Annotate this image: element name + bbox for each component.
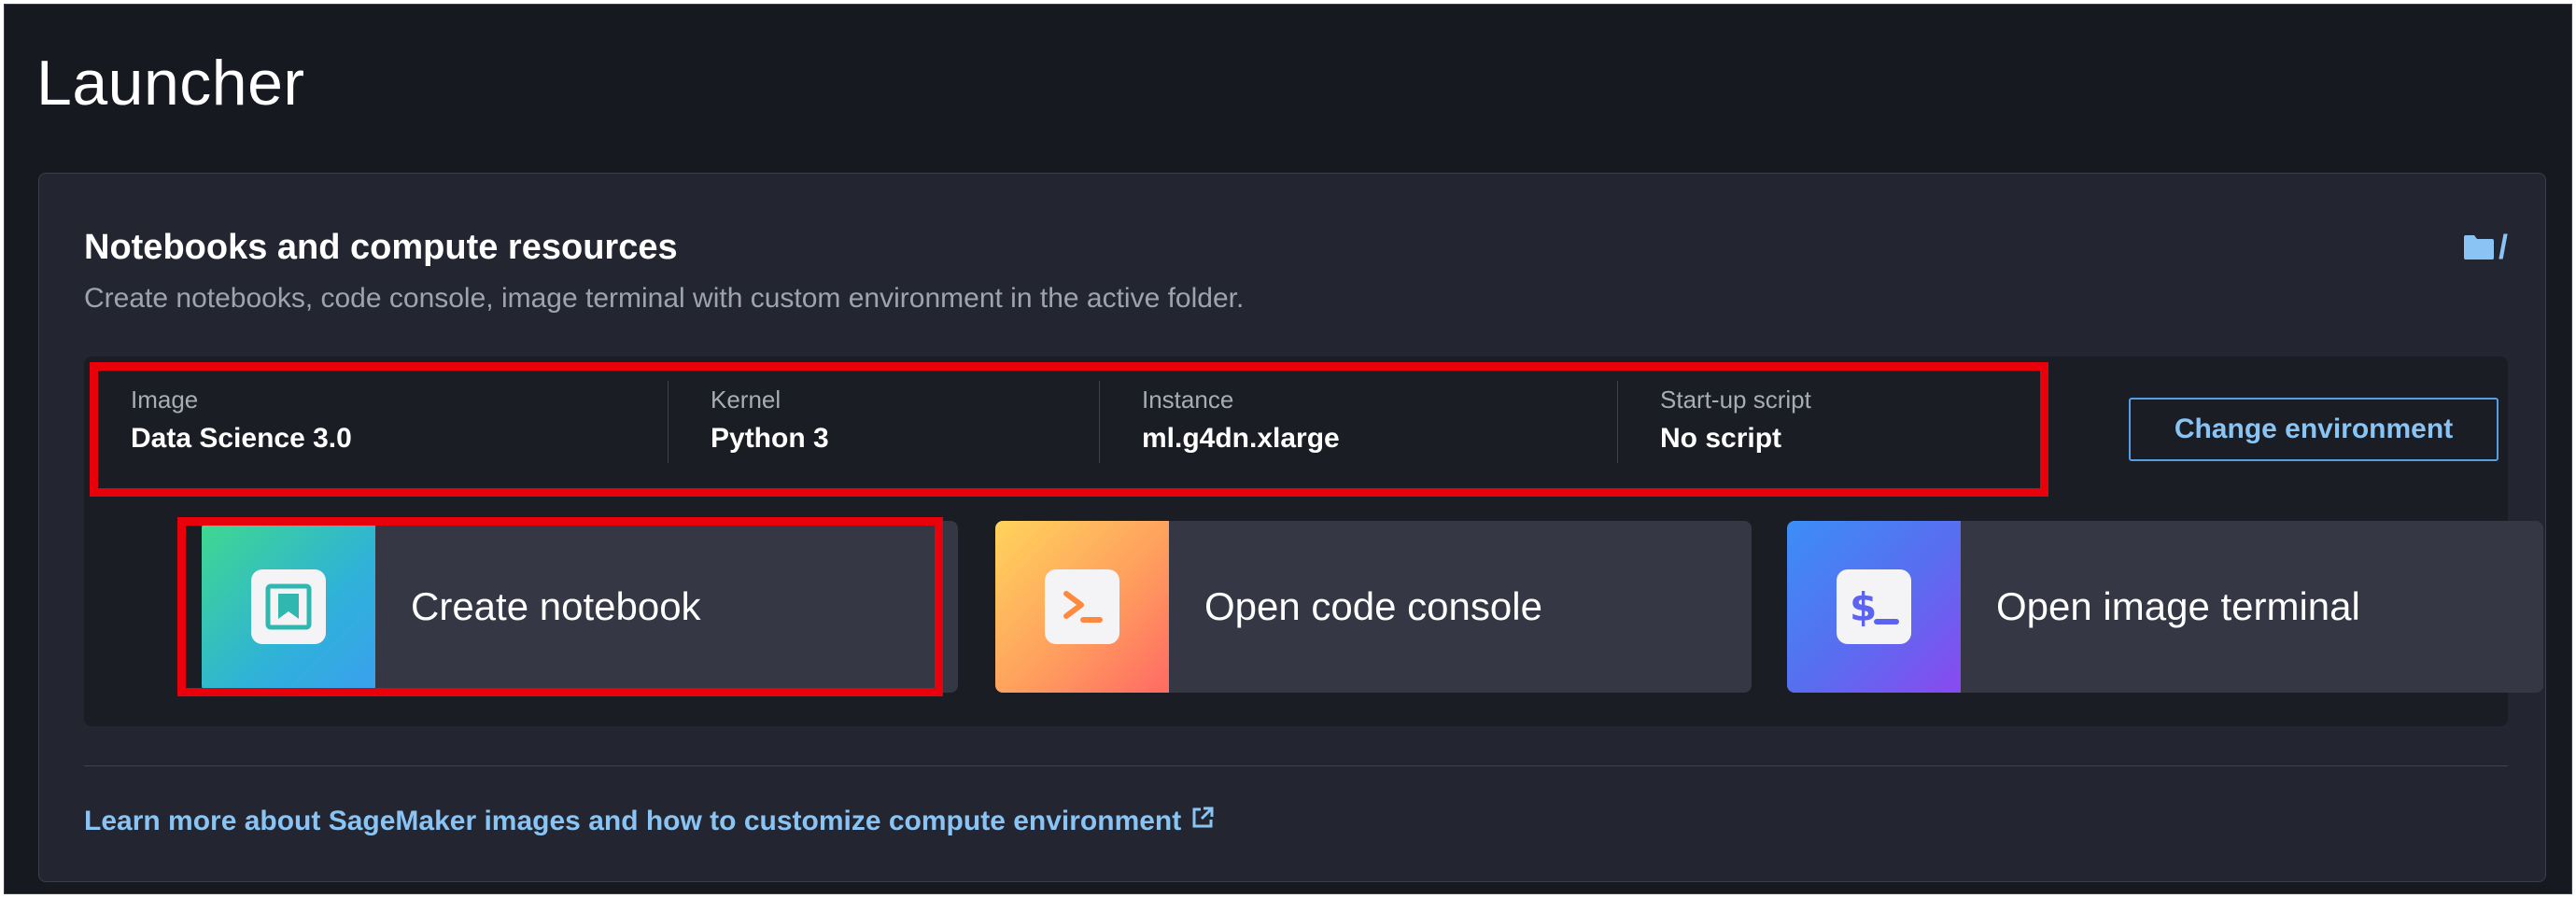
panel-subtitle: Create notebooks, code console, image te… <box>84 283 1245 314</box>
env-field-instance: Instance ml.g4dn.xlarge <box>1099 357 1617 463</box>
learn-more-link[interactable]: Learn more about SageMaker images and ho… <box>84 803 1215 840</box>
change-environment-button[interactable]: Change environment <box>2129 398 2499 461</box>
env-field-label: Kernel <box>711 386 781 414</box>
environment-summary: Image Data Science 3.0 Kernel Python 3 I… <box>131 357 2129 463</box>
terminal-prompt-icon <box>1045 569 1119 644</box>
env-field-label: Instance <box>1142 386 1234 414</box>
tile-label: Create notebook <box>411 584 701 628</box>
learn-more-label: Learn more about SageMaker images and ho… <box>84 806 1182 836</box>
env-field-value: Data Science 3.0 <box>131 423 352 454</box>
active-folder-link[interactable]: / <box>2463 228 2508 267</box>
create-notebook-tile[interactable]: Create notebook <box>202 521 958 693</box>
panel-title: Notebooks and compute resources <box>84 228 678 267</box>
env-field-value: No script <box>1660 423 1782 454</box>
tile-label: Open code console <box>1204 584 1542 628</box>
page-title: Launcher <box>36 48 305 119</box>
svg-text:$: $ <box>1850 584 1877 630</box>
open-code-console-tile[interactable]: Open code console <box>995 521 1752 693</box>
tile-label: Open image terminal <box>1996 584 2360 628</box>
env-field-image: Image Data Science 3.0 <box>131 357 668 454</box>
folder-icon <box>2463 233 2495 261</box>
tile-icon-area <box>995 521 1169 693</box>
tile-icon-area <box>202 521 375 693</box>
launcher-tiles: Create notebook Open code console $ Open… <box>155 517 2543 696</box>
env-field-startup-script: Start-up script No script <box>1617 357 2129 463</box>
dollar-terminal-icon: $ <box>1837 569 1911 644</box>
env-field-label: Start-up script <box>1660 386 1811 414</box>
env-field-label: Image <box>131 386 199 414</box>
env-field-kernel: Kernel Python 3 <box>668 357 1099 463</box>
external-link-icon <box>1190 803 1215 840</box>
folder-path: / <box>2498 228 2508 266</box>
divider <box>84 765 2508 766</box>
env-field-value: Python 3 <box>711 423 829 454</box>
tile-icon-area: $ <box>1787 521 1961 693</box>
notebooks-panel: Notebooks and compute resources Create n… <box>38 173 2546 882</box>
launcher-window: Launcher Notebooks and compute resources… <box>4 4 2572 894</box>
notebook-icon <box>251 569 326 644</box>
env-field-value: ml.g4dn.xlarge <box>1142 423 1340 454</box>
open-image-terminal-tile[interactable]: $ Open image terminal <box>1787 521 2543 693</box>
environment-box: Image Data Science 3.0 Kernel Python 3 I… <box>84 357 2543 726</box>
